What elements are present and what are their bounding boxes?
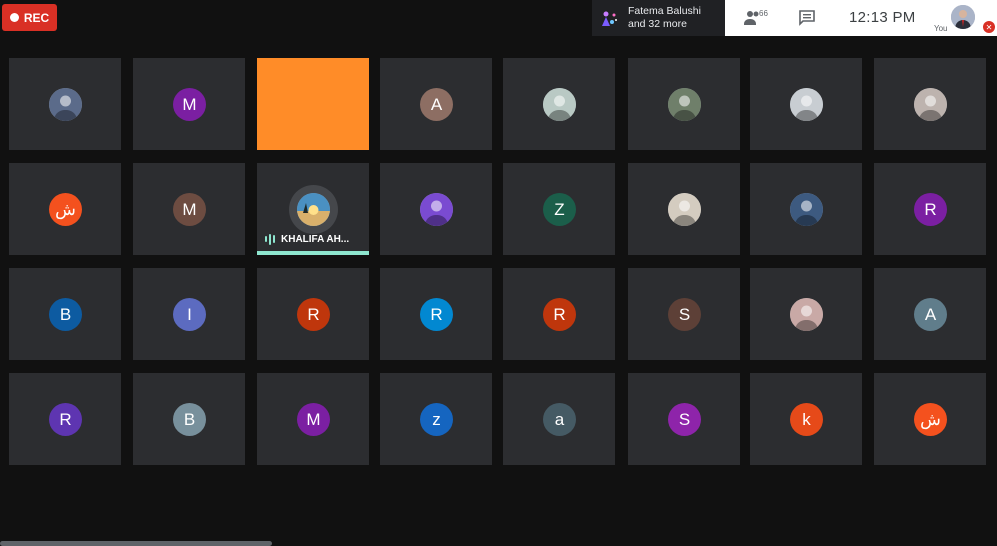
participant-tile[interactable]: S xyxy=(628,268,740,360)
participant-tile[interactable] xyxy=(9,58,121,150)
participant-tile[interactable]: z xyxy=(380,373,492,465)
participant-tile[interactable]: B xyxy=(9,268,121,360)
participant-photo xyxy=(790,88,823,121)
participant-avatar: R xyxy=(914,193,947,226)
participant-photo xyxy=(420,193,453,226)
active-speaker-bar xyxy=(257,251,369,255)
participant-avatar: S xyxy=(668,403,701,436)
speaker-name-label: KHALIFA AH... xyxy=(265,233,349,245)
participant-tile[interactable] xyxy=(503,58,615,150)
audio-level-icon xyxy=(265,233,275,245)
presenter-more: and 32 more xyxy=(628,18,687,30)
participant-avatar: M xyxy=(173,88,206,121)
participant-avatar: A xyxy=(914,298,947,331)
chat-icon[interactable] xyxy=(797,8,817,28)
clock: 12:13 PM xyxy=(849,9,916,26)
participant-tile[interactable]: M xyxy=(133,58,245,150)
horizontal-scrollbar[interactable] xyxy=(0,541,272,546)
participant-avatar: ش xyxy=(49,193,82,226)
participant-tile[interactable]: A xyxy=(874,268,986,360)
participant-tile[interactable]: k xyxy=(750,373,862,465)
participant-tile[interactable]: R xyxy=(874,163,986,255)
participant-avatar: S xyxy=(668,298,701,331)
recording-label: REC xyxy=(23,10,50,25)
participant-avatar: a xyxy=(543,403,576,436)
participant-tile[interactable]: M xyxy=(133,163,245,255)
participant-photo xyxy=(790,193,823,226)
participant-tile[interactable]: R xyxy=(503,268,615,360)
participant-tile[interactable]: Z xyxy=(503,163,615,255)
participant-tile[interactable]: a xyxy=(503,373,615,465)
participant-tile[interactable] xyxy=(750,163,862,255)
record-dot-icon xyxy=(9,13,19,22)
participant-photo xyxy=(914,88,947,121)
self-label: You xyxy=(934,24,948,33)
presenter-avatar xyxy=(597,6,621,30)
mic-muted-icon: ✕ xyxy=(983,21,995,33)
participant-avatar: R xyxy=(49,403,82,436)
participant-avatar: k xyxy=(790,403,823,436)
participant-avatar: B xyxy=(173,403,206,436)
participant-tile[interactable]: R xyxy=(9,373,121,465)
participant-tile[interactable]: R xyxy=(380,268,492,360)
participant-tile[interactable]: B xyxy=(133,373,245,465)
participant-tile[interactable] xyxy=(380,163,492,255)
recording-indicator: REC xyxy=(2,4,57,31)
participant-photo xyxy=(297,193,330,226)
participant-tile[interactable] xyxy=(750,268,862,360)
participant-photo xyxy=(668,193,701,226)
participant-avatar: A xyxy=(420,88,453,121)
participant-avatar: I xyxy=(173,298,206,331)
participant-avatar: Z xyxy=(543,193,576,226)
participant-photo xyxy=(49,88,82,121)
meeting-toolbar: 66 12:13 PM You ✕ xyxy=(725,0,997,36)
self-avatar[interactable] xyxy=(951,5,975,29)
participant-tile[interactable]: ش xyxy=(9,163,121,255)
participant-tile[interactable]: A xyxy=(380,58,492,150)
people-icon[interactable]: 66 xyxy=(743,8,769,28)
participant-tile[interactable]: KHALIFA AH... xyxy=(257,163,369,255)
participant-tile[interactable]: R xyxy=(257,268,369,360)
participant-photo xyxy=(668,88,701,121)
participant-avatar: R xyxy=(420,298,453,331)
speaker-name: KHALIFA AH... xyxy=(281,233,350,245)
participant-tile[interactable]: I xyxy=(133,268,245,360)
participant-grid: M A ش M KHALIFA AH... Z R B I R R R S A R B Mz a Sk ش xyxy=(9,58,986,465)
participant-avatar: R xyxy=(543,298,576,331)
presenter-name: Fatema Balushi xyxy=(628,5,701,17)
participant-tile[interactable]: ش xyxy=(874,373,986,465)
participant-avatar: z xyxy=(420,403,453,436)
participant-avatar: M xyxy=(297,403,330,436)
participant-photo xyxy=(790,298,823,331)
participant-tile[interactable] xyxy=(628,58,740,150)
participant-tile[interactable] xyxy=(750,58,862,150)
participant-tile[interactable] xyxy=(874,58,986,150)
participant-photo xyxy=(543,88,576,121)
participant-tile[interactable] xyxy=(257,58,369,150)
participant-tile[interactable] xyxy=(628,163,740,255)
presenter-panel[interactable]: Fatema Balushi and 32 more xyxy=(592,0,725,36)
participant-avatar: R xyxy=(297,298,330,331)
participant-tile[interactable]: M xyxy=(257,373,369,465)
participant-avatar: ش xyxy=(914,403,947,436)
participant-tile[interactable]: S xyxy=(628,373,740,465)
participant-avatar: B xyxy=(49,298,82,331)
participant-avatar: M xyxy=(173,193,206,226)
svg-text:66: 66 xyxy=(759,9,768,18)
